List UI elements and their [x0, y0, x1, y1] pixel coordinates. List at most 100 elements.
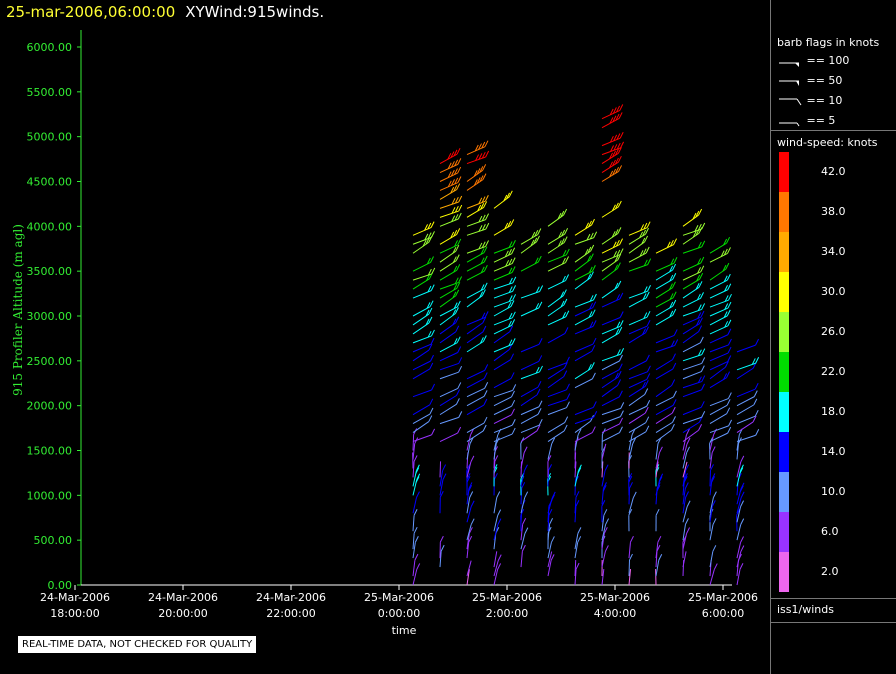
- colorbar-swatch: [779, 192, 789, 232]
- flag-label-10: == 10: [806, 94, 843, 107]
- flag-row-100: == 100: [777, 54, 849, 67]
- wind-barb: [601, 390, 623, 407]
- wind-barb: [628, 400, 651, 416]
- wind-barb: [493, 343, 513, 362]
- wind-barb: [466, 325, 487, 344]
- wind-barb: [466, 195, 489, 209]
- wind-barb: [493, 300, 515, 317]
- colorbar-label: 26.0: [821, 325, 846, 338]
- wind-barb: [628, 491, 637, 514]
- y-tick-label: 2000.00: [27, 400, 73, 413]
- colorbar-swatch: [779, 392, 789, 432]
- wind-barb: [520, 380, 542, 398]
- flag-50-icon: [779, 80, 799, 86]
- wind-barb: [682, 208, 703, 227]
- x-ticks: 24-Mar-2006 18:00:00 24-Mar-2006 20:00:00 24…: [40, 585, 758, 620]
- wind-barb: [439, 264, 461, 281]
- wind-barb: [736, 518, 745, 541]
- wind-barb: [628, 425, 650, 442]
- wind-barb: [466, 201, 488, 218]
- wind-barb: [655, 257, 678, 272]
- wind-barb: [682, 336, 704, 353]
- wind-barb: [520, 228, 542, 245]
- wind-barb: [466, 255, 488, 272]
- wind-barb: [466, 518, 475, 541]
- wind-barb: [439, 336, 461, 353]
- wind-barb: [709, 491, 717, 514]
- colorbar-label: 6.0: [821, 525, 839, 538]
- wind-barb: [574, 320, 597, 335]
- x-axis-label: time: [392, 624, 417, 637]
- wind-barb: [574, 218, 595, 236]
- wind-barb: [655, 353, 676, 371]
- wind-barb: [601, 311, 624, 326]
- flag-label-100: == 100: [806, 54, 850, 67]
- wind-barb: [412, 272, 433, 290]
- wind-barb: [493, 551, 498, 568]
- flag-row-10: == 10: [777, 94, 842, 107]
- wind-barb: [520, 424, 541, 442]
- x-tick-label-date: 25-Mar-2006: [580, 591, 650, 604]
- wind-barb: [439, 254, 460, 272]
- y-tick-label: 3000.00: [27, 310, 73, 323]
- wind-barb: [493, 408, 515, 425]
- wind-barb: [709, 371, 731, 389]
- wind-barb: [547, 401, 570, 416]
- y-tick-label: 2500.00: [27, 355, 73, 368]
- flag-row-50: == 50: [777, 74, 842, 87]
- wind-barb: [520, 301, 543, 317]
- wind-barb: [547, 256, 569, 272]
- wind-barb: [682, 416, 703, 433]
- wind-barb: [520, 446, 528, 469]
- wind-barb: [601, 165, 623, 182]
- wind-barb: [520, 518, 527, 541]
- flag-10-icon: [779, 98, 802, 106]
- wind-barb: [736, 398, 758, 416]
- wind-barb: [493, 372, 515, 389]
- wind-barb: [412, 383, 436, 398]
- x-tick-label-time: 2:00:00: [486, 607, 528, 620]
- wind-barb: [655, 308, 677, 326]
- wind-barb: [574, 372, 596, 389]
- wind-barb: [655, 299, 677, 317]
- wind-barb: [736, 338, 759, 353]
- wind-barb: [628, 416, 650, 433]
- colorbar-swatch: [779, 472, 789, 512]
- wind-barb: [709, 518, 717, 541]
- colorbar-swatch: [779, 512, 789, 552]
- colorbar-label: 10.0: [821, 485, 846, 498]
- wind-barb: [493, 399, 516, 416]
- wind-barb: [466, 455, 475, 478]
- wind-barb: [628, 246, 650, 263]
- quality-disclaimer: REAL-TIME DATA, NOT CHECKED FOR QUALITY: [18, 636, 257, 653]
- wind-barb: [493, 294, 517, 308]
- x-tick-label-date: 25-Mar-2006: [364, 591, 434, 604]
- wind-barb: [439, 282, 461, 299]
- x-tick-label-time: 18:00:00: [50, 607, 99, 620]
- wind-barb: [628, 221, 651, 236]
- colorbar-label: 22.0: [821, 365, 846, 378]
- wind-barb: [709, 319, 732, 335]
- wind-barb: [466, 398, 488, 416]
- wind-barb: [439, 426, 462, 442]
- data-source-label: iss1/winds: [777, 603, 834, 616]
- wind-barb: [439, 461, 442, 478]
- y-tick-label: 5000.00: [27, 131, 73, 144]
- wind-barb: [439, 158, 462, 173]
- wind-barb: [466, 364, 489, 380]
- x-tick-label-time: 20:00:00: [158, 607, 207, 620]
- x-tick-label-time: 0:00:00: [378, 607, 420, 620]
- wind-barb: [628, 373, 651, 389]
- colorbar-swatch: [779, 432, 789, 472]
- wind-barb: [709, 328, 732, 344]
- legend-panel: barb flags in knots == 100 == 50 == 10 =…: [770, 0, 896, 674]
- y-axis-label: 915 Profiler Altitude (m agl): [11, 224, 25, 396]
- colorbar-swatch: [779, 272, 789, 312]
- y-tick-label: 1500.00: [27, 445, 73, 458]
- wind-barb: [574, 560, 577, 577]
- wind-barb: [493, 319, 516, 335]
- wind-barb: [412, 236, 433, 254]
- colorbar-swatch: [779, 312, 789, 352]
- wind-barbs: [412, 104, 760, 586]
- wind-barb: [493, 418, 516, 434]
